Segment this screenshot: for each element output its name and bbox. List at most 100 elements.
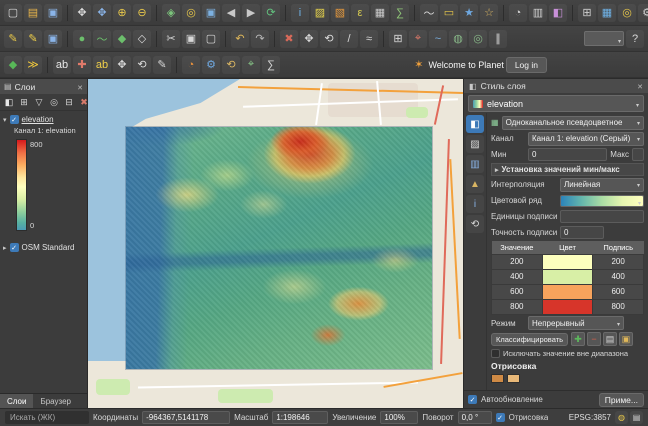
color-map-value[interactable]: 200	[491, 253, 543, 270]
live-update-checkbox[interactable]	[468, 395, 477, 404]
paste-features-icon[interactable]: ▢	[202, 29, 220, 48]
rendering-color-swatch[interactable]	[507, 373, 520, 383]
plugin-manager-icon[interactable]: ◆	[4, 55, 22, 74]
column-header-color[interactable]: Цвет	[542, 241, 593, 254]
zoom-to-selection-icon[interactable]: ◎	[182, 3, 200, 22]
search-icon[interactable]: ◎	[618, 3, 636, 22]
layout-manager-icon[interactable]: ▥	[529, 3, 547, 22]
georeferencer-icon[interactable]: ⌖	[242, 55, 260, 74]
metadata-tab-icon[interactable]: i	[466, 195, 484, 213]
max-input[interactable]	[632, 148, 644, 161]
pin-labels-icon[interactable]: ✚	[73, 55, 91, 74]
collapse-all-icon[interactable]: ⊟	[62, 95, 76, 109]
min-input[interactable]: 0	[528, 148, 608, 161]
transparency-tab-icon[interactable]: ▨	[466, 135, 484, 153]
color-map-label[interactable]: 600	[592, 283, 644, 300]
scale-combo[interactable]: 1:198646	[272, 411, 329, 424]
color-map-value[interactable]: 400	[491, 268, 543, 285]
add-group-icon[interactable]: ⊞	[17, 95, 31, 109]
python-console-icon[interactable]: ≫	[24, 55, 42, 74]
layer-checkbox[interactable]	[9, 243, 19, 252]
close-icon[interactable]	[637, 81, 643, 91]
rotate-feature-icon[interactable]: ⟲	[320, 29, 338, 48]
color-map-row[interactable]: 800 800	[491, 298, 644, 315]
split-features-icon[interactable]: /	[340, 29, 358, 48]
symbology-tab-icon[interactable]: ◧	[466, 115, 484, 133]
exclude-out-of-range-checkbox[interactable]	[491, 349, 500, 358]
layer-checkbox[interactable]	[9, 115, 19, 124]
color-map-row[interactable]: 400 400	[491, 268, 644, 285]
locator-search-input[interactable]: Искать (ЖК)	[5, 411, 89, 424]
current-edits-icon[interactable]: ✎	[4, 29, 22, 48]
history-tab-icon[interactable]: ⟲	[466, 215, 484, 233]
map-refresh-icon[interactable]: ⟳	[262, 3, 280, 22]
log-messages-icon[interactable]: ▤	[630, 411, 643, 424]
trace-icon[interactable]: ~	[429, 29, 447, 48]
add-value-button[interactable]: ✚	[571, 332, 586, 346]
new-bookmark-icon[interactable]: ★	[460, 3, 478, 22]
zoom-in-icon[interactable]: ⊕	[113, 3, 131, 22]
select-features-icon[interactable]: ▨	[311, 3, 329, 22]
layer-item-elevation[interactable]: elevation	[0, 113, 87, 126]
new-map-view-icon[interactable]: ⊞	[578, 3, 596, 22]
select-by-expression-icon[interactable]: ε	[351, 3, 369, 22]
redo-icon[interactable]: ↷	[251, 29, 269, 48]
add-point-feature-icon[interactable]: ●	[73, 29, 91, 48]
pan-map-icon[interactable]: ✥	[73, 3, 91, 22]
change-label-icon[interactable]: ✎	[153, 55, 171, 74]
zoom-full-icon[interactable]: ◈	[162, 3, 180, 22]
color-map-label[interactable]: 800	[592, 298, 644, 315]
chevron-right-icon[interactable]	[3, 243, 7, 252]
color-map-label[interactable]: 400	[592, 268, 644, 285]
temporal-controller-icon[interactable]: ◔	[509, 3, 527, 22]
renderer-combo[interactable]: Одноканальное псевдоцветное	[501, 115, 644, 130]
processing-history-icon[interactable]: ⟲	[222, 55, 240, 74]
chevron-down-icon[interactable]	[3, 115, 7, 124]
color-map-row[interactable]: 200 200	[491, 253, 644, 270]
column-header-value[interactable]: Значение	[491, 241, 543, 254]
data-source-manager-icon[interactable]: ▦	[598, 3, 616, 22]
color-swatch[interactable]	[542, 254, 593, 269]
measure-icon[interactable]: 〜	[420, 3, 438, 22]
map-canvas[interactable]	[88, 79, 463, 408]
deselect-features-icon[interactable]: ▧	[331, 3, 349, 22]
delete-selected-icon[interactable]: ✖	[280, 29, 298, 48]
color-map-label[interactable]: 200	[592, 253, 644, 270]
magnifier-spin[interactable]: 100%	[380, 411, 419, 424]
layer-item-osm[interactable]: OSM Standard	[0, 241, 87, 254]
zoom-next-icon[interactable]: ▶	[242, 3, 260, 22]
color-map-value[interactable]: 600	[491, 283, 543, 300]
crs-indicator[interactable]: EPSG:3857	[569, 413, 611, 422]
save-project-icon[interactable]: ▣	[44, 3, 62, 22]
new-project-icon[interactable]: ▢	[4, 3, 22, 22]
help-icon[interactable]: ?	[626, 29, 644, 48]
zoom-last-icon[interactable]: ◀	[222, 3, 240, 22]
snapping-options-icon[interactable]: ⌖	[409, 29, 427, 48]
attribute-table-icon[interactable]: ▦	[371, 3, 389, 22]
planet-login-button[interactable]: Log in	[505, 56, 547, 73]
label-precision-spin[interactable]: 0	[560, 226, 604, 239]
label-unit-input[interactable]	[560, 210, 644, 223]
remove-value-button[interactable]: −	[587, 332, 602, 346]
identify-features-icon[interactable]: i	[291, 3, 309, 22]
open-project-icon[interactable]: ▤	[24, 3, 42, 22]
move-label-icon[interactable]: ✥	[113, 55, 131, 74]
color-swatch[interactable]	[542, 299, 593, 314]
load-color-map-button[interactable]: ▤	[603, 332, 618, 346]
reshape-features-icon[interactable]: ≈	[360, 29, 378, 48]
color-swatch[interactable]	[542, 284, 593, 299]
move-feature-icon[interactable]: ✥	[300, 29, 318, 48]
add-ring-icon[interactable]: ◍	[449, 29, 467, 48]
copy-features-icon[interactable]: ▣	[182, 29, 200, 48]
rendering-color-swatch[interactable]	[491, 373, 504, 383]
coordinates-input[interactable]: -964367,5141178	[142, 411, 231, 424]
rotate-label-icon[interactable]: ⟲	[133, 55, 151, 74]
scale-widget[interactable]	[584, 31, 624, 46]
color-map-row[interactable]: 600 600	[491, 283, 644, 300]
pyramids-tab-icon[interactable]: ▲	[466, 175, 484, 193]
label-toolbar-icon[interactable]: ab	[53, 55, 71, 74]
style-layer-selector[interactable]: elevation	[468, 95, 644, 112]
save-edits-icon[interactable]: ▣	[44, 29, 62, 48]
processing-toolbox-icon[interactable]: ⚙	[202, 55, 220, 74]
offset-curve-icon[interactable]: ∥	[489, 29, 507, 48]
